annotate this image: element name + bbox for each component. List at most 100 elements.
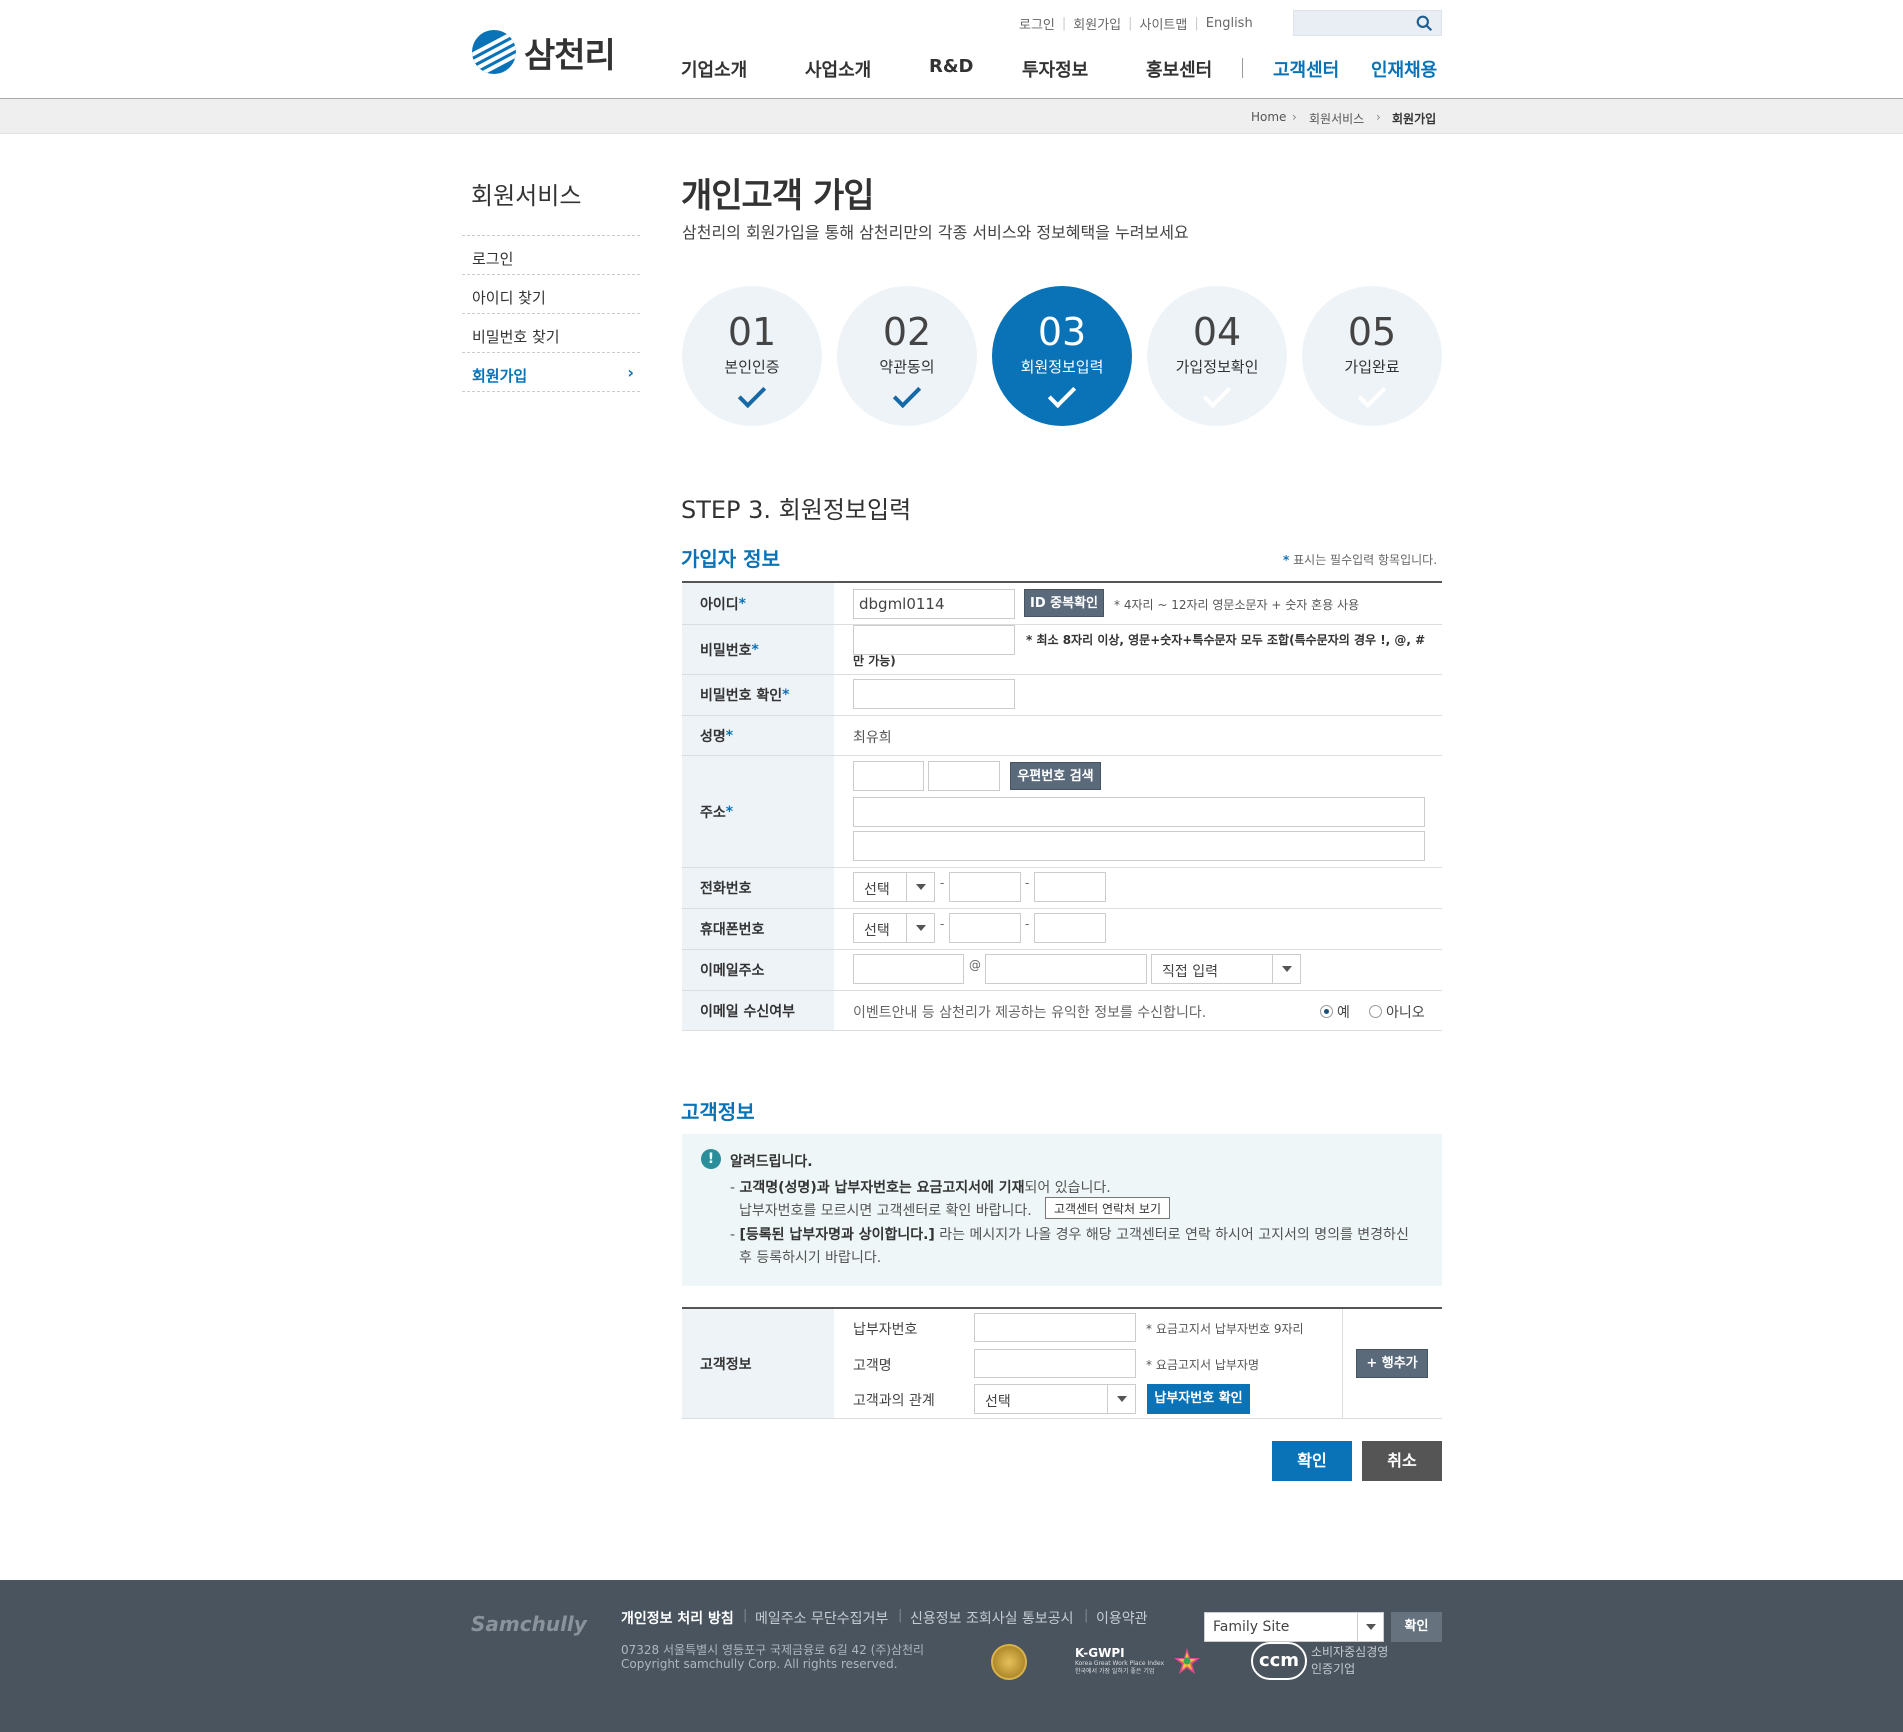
sidebar-item-login[interactable]: 로그인	[462, 235, 640, 274]
cancel-button[interactable]: 취소	[1362, 1441, 1442, 1481]
search-input[interactable]	[1293, 10, 1442, 36]
sidebar-item-find-id[interactable]: 아이디 찾기	[462, 274, 640, 313]
customer-info-title: 고객정보	[681, 1100, 755, 1124]
radio-no-label[interactable]: 아니오	[1386, 1002, 1425, 1022]
name-value: 최유희	[853, 730, 892, 746]
footer-link-terms[interactable]: 이용약관	[1096, 1608, 1148, 1628]
step-label: 본인인증	[724, 358, 780, 376]
zipcode-search-button[interactable]: 우편번호 검색	[1010, 762, 1101, 790]
required-note: * 표시는 필수입력 항목입니다.	[1283, 553, 1438, 567]
step-05: 05 가입완료	[1302, 286, 1442, 426]
logo-text[interactable]: 삼천리	[524, 28, 616, 77]
password-confirm-input[interactable]	[853, 679, 1015, 709]
logo-icon[interactable]	[472, 30, 516, 74]
check-icon	[892, 379, 922, 409]
zipcode-input-2[interactable]	[928, 761, 1000, 791]
confirm-button[interactable]: 확인	[1272, 1441, 1352, 1481]
email-opt-text: 이벤트안내 등 삼천리가 제공하는 유익한 정보를 수신합니다.	[853, 1005, 1207, 1021]
util-sitemap-link[interactable]: 사이트맵	[1140, 14, 1188, 33]
contact-center-button[interactable]: 고객센터 연락처 보기	[1045, 1197, 1170, 1219]
radio-yes-label[interactable]: 예	[1337, 1002, 1350, 1022]
phone-area-select[interactable]: 선택	[853, 872, 935, 902]
sidebar-item-find-pw[interactable]: 비밀번호 찾기	[462, 313, 640, 352]
address-input-1[interactable]	[853, 797, 1425, 827]
step-03-current: 03 회원정보입력	[992, 286, 1132, 426]
footer-link-privacy[interactable]: 개인정보 처리 방침	[621, 1608, 734, 1628]
notice-line-3: - [등록된 납부자명과 상이합니다.] 라는 메시지가 나올 경우 해당 고객…	[730, 1227, 1409, 1243]
email-domain-select[interactable]: 직접 입력	[1151, 954, 1301, 984]
footer-link-email[interactable]: 메일주소 무단수집거부	[755, 1608, 888, 1628]
nav-company[interactable]: 기업소개	[681, 56, 747, 82]
phone-mid-input[interactable]	[949, 872, 1021, 902]
check-icon	[1047, 379, 1077, 409]
chevron-right-icon: ›	[1376, 110, 1381, 124]
verify-payer-button[interactable]: 납부자번호 확인	[1147, 1384, 1250, 1414]
chevron-right-icon: ›	[1292, 110, 1297, 124]
label-phone: 전화번호	[682, 868, 834, 908]
label-password: 비밀번호 *	[682, 625, 834, 674]
util-login-link[interactable]: 로그인	[1019, 14, 1055, 33]
step-label: 가입완료	[1344, 358, 1400, 376]
add-row-button[interactable]: + 행추가	[1356, 1349, 1428, 1378]
sidebar-item-label: 회원가입	[472, 367, 528, 385]
payer-no-input[interactable]	[974, 1313, 1136, 1342]
nav-investor[interactable]: 투자정보	[1022, 56, 1088, 82]
relation-select[interactable]: 선택	[974, 1384, 1136, 1414]
util-join-link[interactable]: 회원가입	[1073, 14, 1121, 33]
nav-recruit[interactable]: 인재채용	[1371, 56, 1437, 82]
mobile-last-input[interactable]	[1034, 913, 1106, 943]
radio-yes[interactable]	[1320, 1005, 1333, 1018]
nav-customer[interactable]: 고객센터	[1273, 56, 1339, 82]
ccm-logo: ccm	[1251, 1642, 1307, 1680]
nav-rnd[interactable]: R&D	[929, 56, 974, 77]
label-name: 성명 *	[682, 716, 834, 755]
sidebar-item-join[interactable]: 회원가입 ›	[462, 352, 640, 391]
label-customer: 고객정보	[682, 1309, 834, 1418]
breadcrumb-home[interactable]: Home	[1251, 110, 1286, 124]
email-id-input[interactable]	[853, 954, 964, 984]
notice-title: 알려드립니다.	[730, 1154, 813, 1170]
award-badge-icon	[991, 1644, 1027, 1680]
footer-logo[interactable]: Samchully	[471, 1612, 587, 1636]
mobile-prefix-select[interactable]: 선택	[853, 913, 935, 943]
payer-no-label: 납부자번호	[853, 1322, 918, 1338]
step-label: 가입정보확인	[1175, 358, 1259, 376]
at-sign: @	[969, 958, 981, 972]
relation-label: 고객과의 관계	[853, 1393, 935, 1409]
label-password-confirm: 비밀번호 확인 *	[682, 675, 834, 715]
chevron-down-icon	[906, 914, 934, 942]
util-english-link[interactable]: English	[1206, 16, 1253, 31]
search-icon[interactable]	[1416, 15, 1433, 32]
breadcrumb-member[interactable]: 회원서비스	[1309, 110, 1364, 127]
mobile-mid-input[interactable]	[949, 913, 1021, 943]
footer-link-credit[interactable]: 신용정보 조회사실 통보공시	[910, 1608, 1073, 1628]
chevron-right-icon: ›	[627, 363, 634, 382]
label-email: 이메일주소	[682, 950, 834, 990]
email-domain-input[interactable]	[985, 954, 1147, 984]
ccm-text: 소비자중심경영 인증기업	[1311, 1645, 1389, 1676]
nav-divider	[1242, 58, 1243, 78]
label-address: 주소 *	[682, 756, 834, 867]
address-input-2[interactable]	[853, 831, 1425, 861]
phone-dash: -	[940, 876, 945, 890]
kgwp-logo: K-GWPI Korea Great Work Place Index 한국에서 가…	[1075, 1646, 1165, 1675]
customer-name-input[interactable]	[974, 1349, 1136, 1378]
id-input[interactable]: dbgml0114	[853, 589, 1015, 619]
family-site-go-button[interactable]: 확인	[1391, 1612, 1442, 1642]
radio-no[interactable]	[1369, 1005, 1382, 1018]
zipcode-input-1[interactable]	[853, 761, 924, 791]
sidebar-divider	[462, 391, 640, 392]
footer	[0, 1580, 1903, 1732]
step-heading: STEP 3. 회원정보입력	[681, 496, 912, 524]
id-check-button[interactable]: ID 중복확인	[1024, 589, 1104, 617]
customer-name-hint: * 요금고지서 납부자명	[1146, 1358, 1259, 1372]
nav-business[interactable]: 사업소개	[805, 56, 871, 82]
step-02: 02 약관동의	[837, 286, 977, 426]
check-icon	[737, 379, 767, 409]
phone-last-input[interactable]	[1034, 872, 1106, 902]
phone-dash: -	[1025, 876, 1030, 890]
family-site-select[interactable]: Family Site	[1204, 1612, 1384, 1642]
nav-pr[interactable]: 홍보센터	[1146, 56, 1212, 82]
label-id: 아이디 *	[682, 583, 834, 624]
breadcrumb	[0, 99, 1903, 134]
